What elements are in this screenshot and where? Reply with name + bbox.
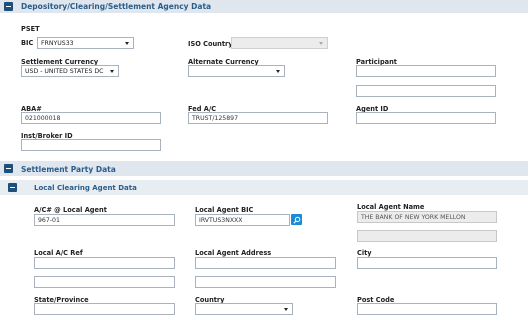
local-agent-bic-input[interactable]: IRVTUS3NXXX [195, 214, 290, 226]
chevron-down-icon [125, 42, 129, 45]
pset-label: PSET [21, 25, 40, 33]
chevron-down-icon [284, 308, 288, 311]
city-label: City [357, 249, 372, 257]
iso-country-label: ISO Country [188, 40, 233, 48]
local-agent-name-input[interactable]: THE BANK OF NEW YORK MELLON [357, 211, 497, 223]
chevron-down-icon [319, 42, 323, 45]
local-agent-name-input-2[interactable] [357, 230, 497, 242]
alternate-currency-select[interactable] [188, 65, 285, 77]
post-code-input[interactable] [357, 303, 497, 315]
local-agent-bic-label: Local Agent BIC [195, 206, 254, 214]
settlement-currency-value: USD - UNITED STATES DC [25, 68, 104, 75]
depository-section-title: Depository/Clearing/Settlement Agency Da… [21, 2, 212, 11]
country-select[interactable] [195, 303, 293, 315]
local-ac-ref-input-2[interactable] [34, 276, 175, 288]
collapse-icon[interactable] [4, 2, 13, 11]
iso-country-select[interactable] [231, 37, 328, 49]
local-agent-address-input[interactable] [195, 257, 336, 269]
settlement-currency-select[interactable]: USD - UNITED STATES DC [21, 65, 119, 77]
local-clearing-title: Local Clearing Agent Data [34, 184, 137, 192]
search-icon[interactable] [291, 214, 302, 225]
participant-input[interactable] [356, 65, 496, 77]
local-ac-ref-input[interactable] [34, 257, 175, 269]
local-clearing-subheader: Local Clearing Agent Data [0, 180, 528, 195]
local-agent-address-input-2[interactable] [195, 276, 336, 288]
settlement-party-section-header: Settlement Party Data [0, 161, 528, 176]
inst-broker-input[interactable] [21, 139, 161, 151]
local-agent-name-label: Local Agent Name [357, 203, 425, 211]
ac-local-agent-input[interactable]: 967-01 [34, 214, 175, 226]
city-input[interactable] [357, 257, 497, 269]
settlement-party-section-title: Settlement Party Data [21, 165, 116, 174]
depository-section-header: Depository/Clearing/Settlement Agency Da… [0, 0, 528, 13]
local-agent-address-label: Local Agent Address [195, 249, 272, 257]
state-province-input[interactable] [34, 303, 175, 315]
bic-select[interactable]: FRNYUS33 [37, 37, 134, 49]
ac-local-agent-label: A/C# @ Local Agent [34, 206, 107, 214]
collapse-icon[interactable] [8, 183, 17, 192]
chevron-down-icon [110, 70, 114, 73]
fed-ac-input[interactable]: TRUST/125897 [188, 112, 328, 124]
agent-id-input[interactable] [356, 112, 496, 124]
chevron-down-icon [276, 70, 280, 73]
bic-label: BIC [21, 39, 34, 47]
local-ac-ref-label: Local A/C Ref [34, 249, 83, 257]
search-icon-glyph [292, 216, 300, 224]
collapse-icon[interactable] [4, 164, 13, 173]
bic-select-value: FRNYUS33 [41, 40, 74, 47]
participant-input-2[interactable] [356, 85, 496, 97]
aba-input[interactable]: 021000018 [21, 112, 161, 124]
